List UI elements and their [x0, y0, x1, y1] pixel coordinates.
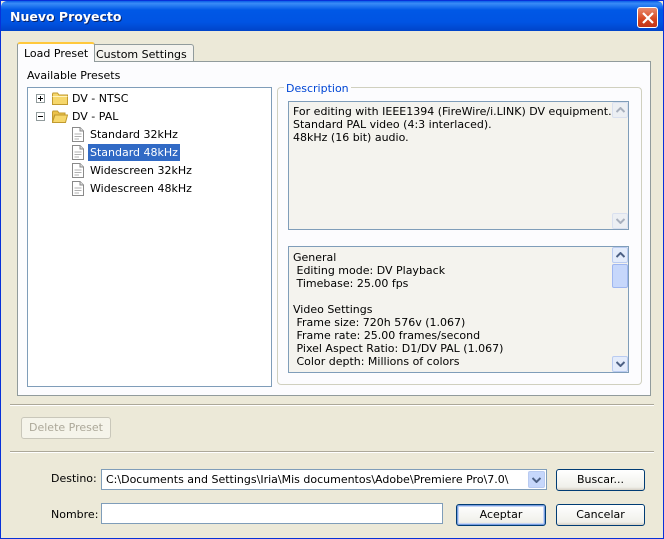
presets-tree[interactable]: DV - NTSC DV - PAL Standard 32kHz Standa… — [27, 87, 272, 387]
collapse-icon[interactable] — [36, 112, 45, 121]
separator — [10, 451, 654, 453]
scroll-down-button[interactable] — [612, 356, 628, 372]
tree-item-standard-32khz[interactable]: Standard 32kHz — [28, 126, 268, 143]
tree-item-widescreen-48khz[interactable]: Widescreen 48kHz — [28, 180, 268, 197]
description-label: Description — [284, 82, 351, 95]
tab-load-preset[interactable]: Load Preset — [17, 42, 96, 62]
preset-file-icon — [72, 127, 84, 142]
name-input[interactable] — [101, 503, 443, 524]
folder-icon — [52, 92, 68, 105]
ok-button[interactable]: Aceptar — [456, 504, 546, 526]
tree-item-dv-pal[interactable]: DV - PAL — [28, 108, 268, 125]
tree-item-widescreen-32khz[interactable]: Widescreen 32kHz — [28, 162, 268, 179]
tree-item-label: DV - NTSC — [72, 92, 129, 105]
location-value: C:\Documents and Settings\Iria\Mis docum… — [106, 473, 509, 486]
tree-item-label: Widescreen 48kHz — [90, 182, 192, 195]
location-dropdown-button[interactable] — [528, 471, 545, 488]
preset-file-icon — [72, 181, 84, 196]
tree-item-label: Standard 48kHz — [88, 144, 180, 161]
chevron-down-icon — [532, 477, 541, 483]
description-text[interactable]: For editing with IEEE1394 (FireWire/i.LI… — [288, 101, 629, 230]
open-folder-icon — [52, 110, 68, 123]
chevron-down-icon — [616, 218, 625, 224]
location-label: Destino: — [51, 472, 97, 485]
tree-item-label: DV - PAL — [72, 110, 119, 123]
preset-file-icon — [72, 145, 84, 160]
window-title: Nuevo Proyecto — [10, 9, 122, 24]
preset-details-body: General Editing mode: DV Playback Timeba… — [293, 251, 504, 368]
scroll-down-button[interactable] — [612, 213, 628, 229]
cancel-button[interactable]: Cancelar — [556, 504, 645, 526]
chevron-down-icon — [616, 361, 625, 367]
preset-details-text[interactable]: General Editing mode: DV Playback Timeba… — [288, 246, 629, 373]
tree-item-standard-48khz[interactable]: Standard 48kHz — [28, 144, 268, 161]
tree-item-label: Standard 32kHz — [90, 128, 178, 141]
description-body: For editing with IEEE1394 (FireWire/i.LI… — [293, 105, 612, 144]
scroll-thumb[interactable] — [612, 264, 628, 288]
tree-item-label: Widescreen 32kHz — [90, 164, 192, 177]
tree-item-dv-ntsc[interactable]: DV - NTSC — [28, 90, 268, 107]
tab-custom-settings[interactable]: Custom Settings — [89, 44, 194, 62]
location-combobox[interactable]: C:\Documents and Settings\Iria\Mis docum… — [101, 469, 547, 490]
preset-file-icon — [72, 163, 84, 178]
available-presets-label: Available Presets — [27, 69, 121, 82]
close-button[interactable] — [637, 7, 658, 28]
title-bar[interactable]: Nuevo Proyecto — [1, 1, 663, 31]
separator — [10, 404, 654, 406]
scroll-up-button[interactable] — [612, 102, 628, 118]
delete-preset-button[interactable]: Delete Preset — [21, 417, 111, 439]
name-label: Nombre: — [51, 508, 99, 521]
chevron-up-icon — [616, 252, 625, 258]
scroll-up-button[interactable] — [612, 247, 628, 263]
close-icon — [642, 12, 654, 24]
details-scrollbar[interactable] — [612, 247, 628, 372]
expand-icon[interactable] — [36, 94, 45, 103]
browse-button[interactable]: Buscar... — [556, 469, 645, 491]
description-scrollbar[interactable] — [612, 102, 628, 229]
chevron-up-icon — [616, 107, 625, 113]
